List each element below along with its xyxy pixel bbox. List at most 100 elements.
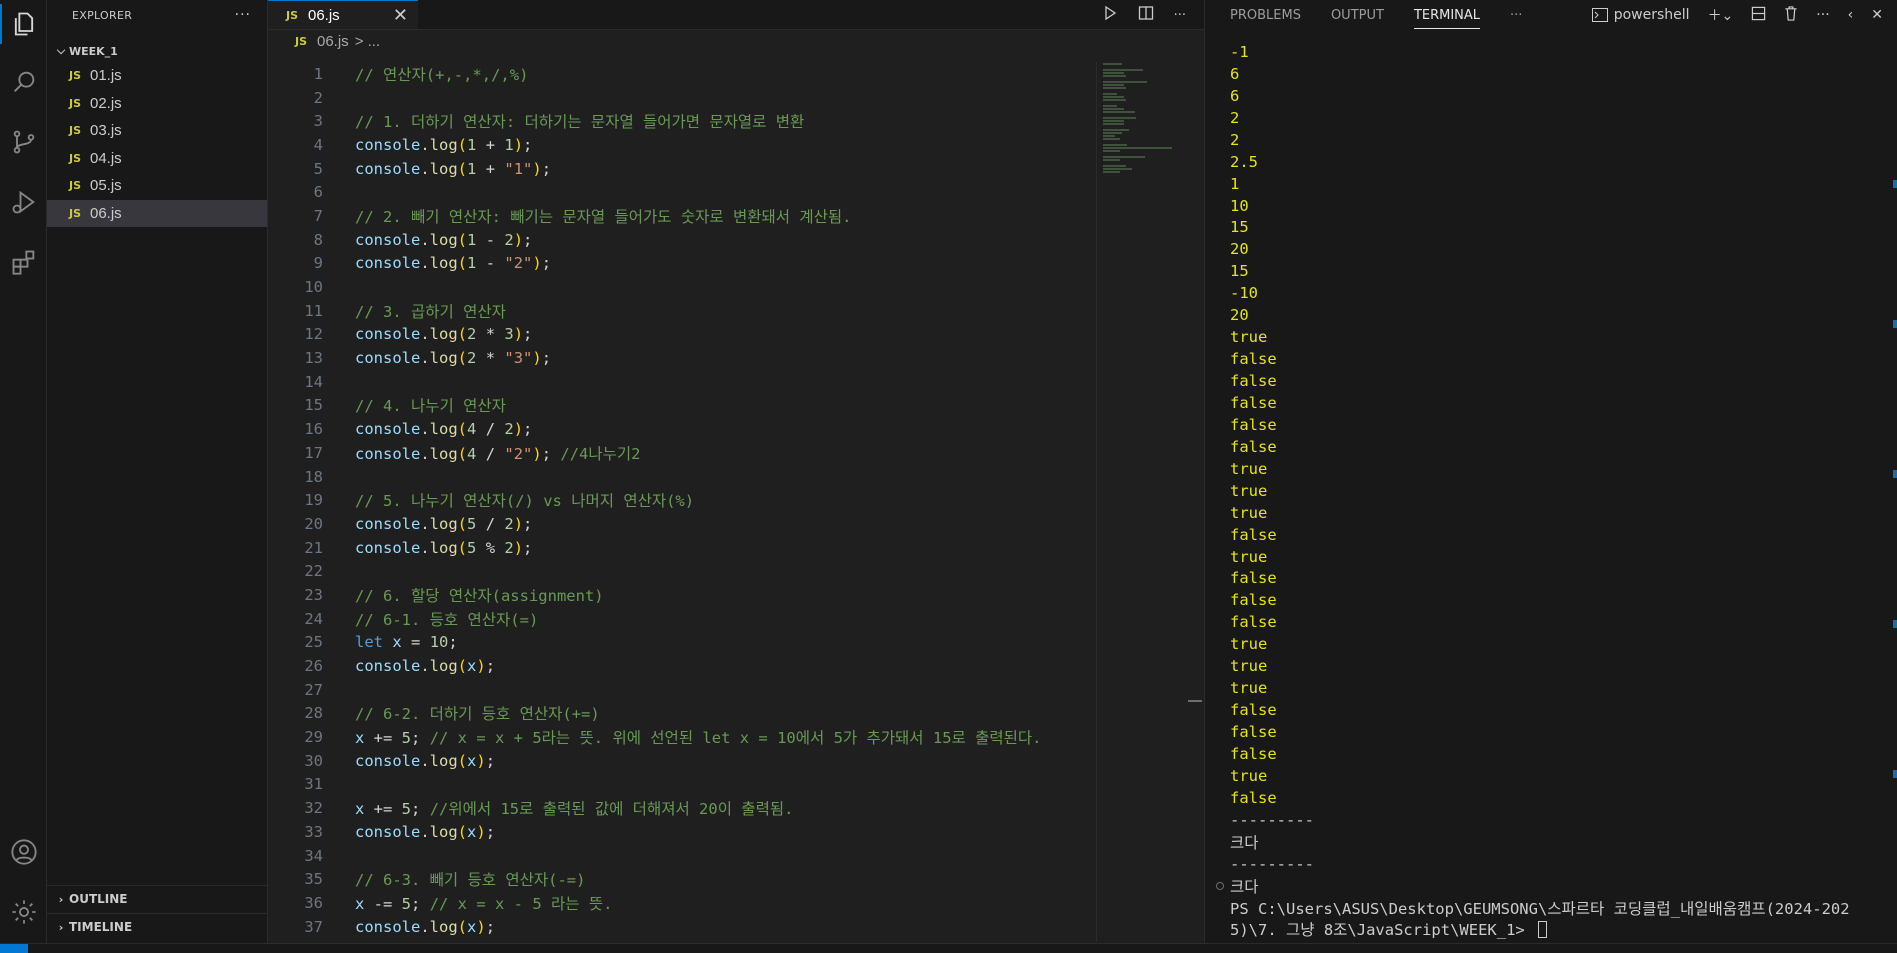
code-line: 13 console.log(2 * "3");: [268, 346, 1094, 370]
code-token: 4: [467, 444, 477, 463]
minimap[interactable]: [1096, 62, 1196, 942]
line-number: 28: [304, 704, 323, 723]
file-item[interactable]: JS 06.js: [47, 199, 267, 227]
terminal-text: -1: [1230, 42, 1249, 61]
terminal-text: 2: [1230, 108, 1240, 127]
terminal-shell-selector[interactable]: powershell: [1591, 7, 1690, 23]
code-token: // 6-1. 등호 연산자(=): [355, 610, 539, 629]
code-token: ;: [523, 135, 533, 154]
trash-icon[interactable]: [1784, 5, 1798, 25]
line-number: 34: [304, 846, 323, 865]
code-line: 10: [268, 275, 1094, 299]
code-token: .: [420, 514, 430, 533]
code-token: ): [532, 254, 542, 273]
code-token: console: [355, 657, 421, 676]
code-line: 4 console.log(1 + 1);: [268, 133, 1094, 157]
breadcrumb-rest[interactable]: > ...: [355, 33, 380, 50]
code-token: .: [420, 230, 430, 249]
code-token: // 2. 빼기 연산자: 빼기는 문자열 들어가도 숫자로 변환돼서 계산됨.: [355, 207, 852, 226]
terminal-line: ---------: [1230, 809, 1890, 831]
code-token: (: [457, 657, 468, 676]
code-token: (: [457, 159, 468, 178]
line-number: 14: [304, 372, 323, 391]
line-source: // 4. 나누기 연산자: [323, 394, 506, 416]
code-token: +=: [364, 729, 402, 748]
code-line: 2: [268, 86, 1094, 110]
code-token: .: [420, 159, 430, 178]
remote-indicator[interactable]: [0, 944, 28, 953]
tab-problems[interactable]: PROBLEMS: [1230, 8, 1301, 23]
code-token: %: [476, 538, 505, 557]
more-actions-icon[interactable]: ···: [1816, 7, 1829, 23]
more-actions-icon[interactable]: ···: [235, 7, 251, 23]
source-control-icon[interactable]: [0, 118, 47, 166]
code-token: console: [355, 514, 421, 533]
file-item[interactable]: JS 05.js: [47, 172, 267, 200]
code-token: log: [429, 751, 458, 770]
close-icon[interactable]: ✕: [393, 5, 408, 26]
tab-output[interactable]: OUTPUT: [1331, 8, 1384, 23]
minimap-line: [1103, 138, 1120, 140]
folder-week-1[interactable]: ⌵ WEEK_1: [47, 40, 267, 62]
code-line: 8 console.log(1 - 2);: [268, 228, 1094, 252]
js-file-icon: JS: [69, 179, 82, 193]
terminal-text: 6: [1230, 64, 1240, 83]
minimap-line: [1103, 135, 1116, 137]
code-token: console: [355, 822, 421, 841]
code-token: ;: [523, 420, 533, 439]
line-number: 18: [304, 467, 323, 486]
new-terminal-icon[interactable]: ＋⌄: [1708, 5, 1734, 25]
code-token: ): [513, 230, 524, 249]
explorer-icon[interactable]: [0, 0, 47, 48]
code-token: console: [355, 538, 421, 557]
terminal-text: ---------: [1230, 854, 1314, 873]
more-tabs-icon[interactable]: ···: [1510, 8, 1522, 23]
more-actions-icon[interactable]: ···: [1174, 8, 1186, 23]
tab-06-js[interactable]: JS 06.js ✕: [268, 0, 418, 29]
file-item[interactable]: JS 04.js: [47, 145, 267, 173]
outline-section[interactable]: › OUTLINE: [47, 885, 268, 912]
editor-tab-bar: JS 06.js ✕ ···: [268, 0, 1204, 30]
account-icon[interactable]: [0, 828, 47, 876]
terminal-scrollbar[interactable]: [1891, 40, 1897, 940]
terminal-text: 2: [1230, 130, 1240, 149]
split-editor-icon[interactable]: [1138, 5, 1154, 25]
minimap-line: [1103, 87, 1127, 89]
code-line: 16 console.log(4 / 2);: [268, 417, 1094, 441]
code-view[interactable]: 1// 연산자(+,-,*,/,%) 2 3// 1. 더하기 연산자: 더하기는 …: [268, 62, 1094, 938]
terminal-text: 크다: [1230, 877, 1259, 896]
code-token: 1: [467, 159, 477, 178]
file-label: 06.js: [90, 204, 122, 222]
settings-gear-icon[interactable]: [0, 888, 47, 936]
terminal-output[interactable]: -1 6 6 2 2 2.5 1 10 15 20 15 -10 20 true false false fal…: [1216, 41, 1890, 940]
run-debug-icon[interactable]: [0, 178, 47, 226]
code-token: (: [457, 444, 468, 463]
terminal-line: false: [1230, 611, 1890, 633]
line-source: // 6-1. 등호 연산자(=): [323, 608, 538, 630]
scrollbar-marker: [1893, 180, 1897, 188]
file-item[interactable]: JS 03.js: [47, 117, 267, 145]
minimap-line: [1103, 72, 1124, 74]
code-line: 18: [268, 465, 1094, 489]
search-icon[interactable]: [0, 58, 47, 106]
code-token: 1: [467, 230, 477, 249]
file-item[interactable]: JS 02.js: [47, 90, 267, 118]
code-token: ): [532, 444, 542, 463]
extensions-icon[interactable]: [0, 238, 47, 286]
chevron-left-icon[interactable]: ‹: [1848, 7, 1854, 23]
command-decoration-icon[interactable]: [1216, 881, 1224, 890]
timeline-section[interactable]: › TIMELINE: [47, 913, 268, 940]
terminal-line: true: [1230, 458, 1890, 480]
explorer-header: EXPLORER ···: [47, 0, 267, 30]
code-token: ): [513, 135, 524, 154]
file-item[interactable]: JS 01.js: [47, 62, 267, 90]
code-token: ;: [541, 444, 561, 463]
split-terminal-icon[interactable]: [1751, 6, 1766, 25]
breadcrumb-file[interactable]: 06.js: [317, 33, 349, 50]
code-token: ;: [485, 657, 496, 676]
run-icon[interactable]: [1102, 5, 1118, 25]
close-icon[interactable]: ✕: [1871, 7, 1883, 23]
tab-terminal[interactable]: TERMINAL: [1413, 8, 1481, 29]
code-token: (: [457, 254, 468, 273]
code-token: ;: [523, 230, 533, 249]
